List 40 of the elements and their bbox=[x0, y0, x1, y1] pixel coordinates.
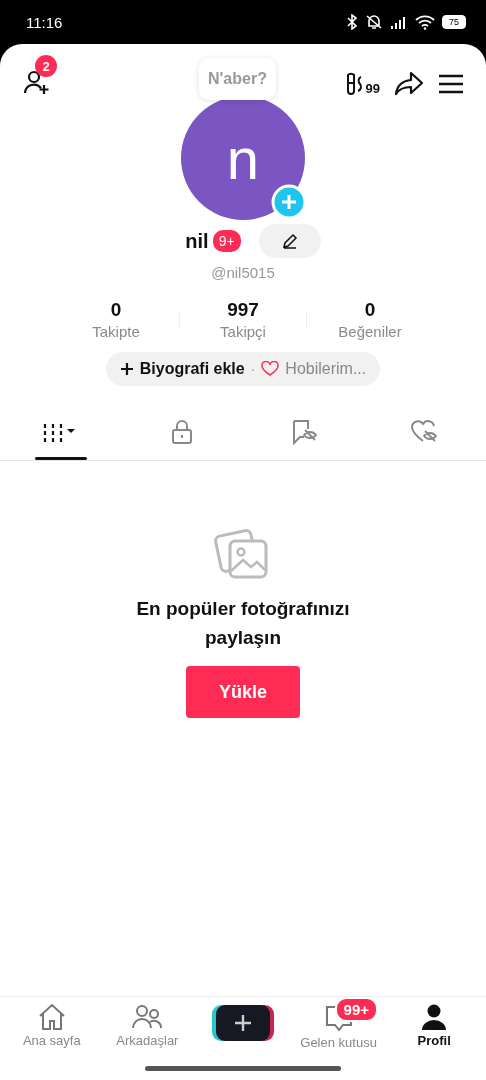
signal-icon bbox=[390, 15, 408, 29]
stat-label: Beğeniler bbox=[338, 323, 402, 340]
upload-button[interactable]: Yükle bbox=[186, 666, 300, 718]
stat-value: 997 bbox=[227, 299, 259, 321]
wifi-icon bbox=[415, 14, 435, 30]
edit-button[interactable] bbox=[258, 224, 321, 258]
stat-value: 0 bbox=[110, 299, 122, 321]
lock-icon bbox=[170, 419, 195, 445]
people-icon bbox=[131, 1003, 164, 1031]
menu-icon[interactable] bbox=[438, 74, 464, 94]
stat-value: 0 bbox=[364, 299, 376, 321]
visitor-count: 99 bbox=[365, 81, 380, 96]
share-icon[interactable] bbox=[394, 71, 424, 97]
bluetooth-icon bbox=[346, 14, 358, 30]
bio-label: Biyografi ekle bbox=[139, 360, 245, 378]
profile-nav-tab[interactable]: Profil bbox=[417, 997, 451, 1050]
add-bio-chip[interactable]: Biyografi ekle · Hobilerim... bbox=[105, 352, 381, 386]
hobbies-label: Hobilerim... bbox=[285, 360, 367, 378]
home-nav-tab[interactable]: Ana sayfa bbox=[22, 997, 81, 1050]
username: @nil5015 bbox=[210, 264, 276, 281]
name-badge: 9+ bbox=[212, 230, 241, 252]
heart-icon bbox=[261, 361, 280, 377]
muted-bell-icon bbox=[365, 14, 383, 30]
battery-indicator: 75 bbox=[442, 15, 466, 29]
stat-label: Takipçi bbox=[220, 323, 266, 340]
friends-nav-tab[interactable]: Arkadaşlar bbox=[116, 997, 179, 1050]
note-bubble[interactable]: N'aber? bbox=[199, 58, 276, 100]
profile-name: nil bbox=[185, 229, 209, 253]
empty-state-title: En popüler fotoğrafınızı paylaşın bbox=[135, 597, 351, 650]
notification-badge: 2 bbox=[35, 55, 57, 77]
plus-icon bbox=[233, 1013, 253, 1033]
status-time: 11:16 bbox=[26, 13, 63, 31]
pencil-icon bbox=[280, 232, 299, 250]
plus-icon bbox=[119, 362, 134, 376]
inbox-nav-tab[interactable]: Gelen kutusu 99+ bbox=[300, 997, 377, 1050]
inbox-badge: 99+ bbox=[334, 997, 378, 1022]
separator-dot: · bbox=[250, 361, 256, 377]
person-icon bbox=[420, 1003, 449, 1031]
add-story-icon[interactable] bbox=[271, 184, 307, 220]
stat-label: Takipte bbox=[92, 323, 140, 340]
